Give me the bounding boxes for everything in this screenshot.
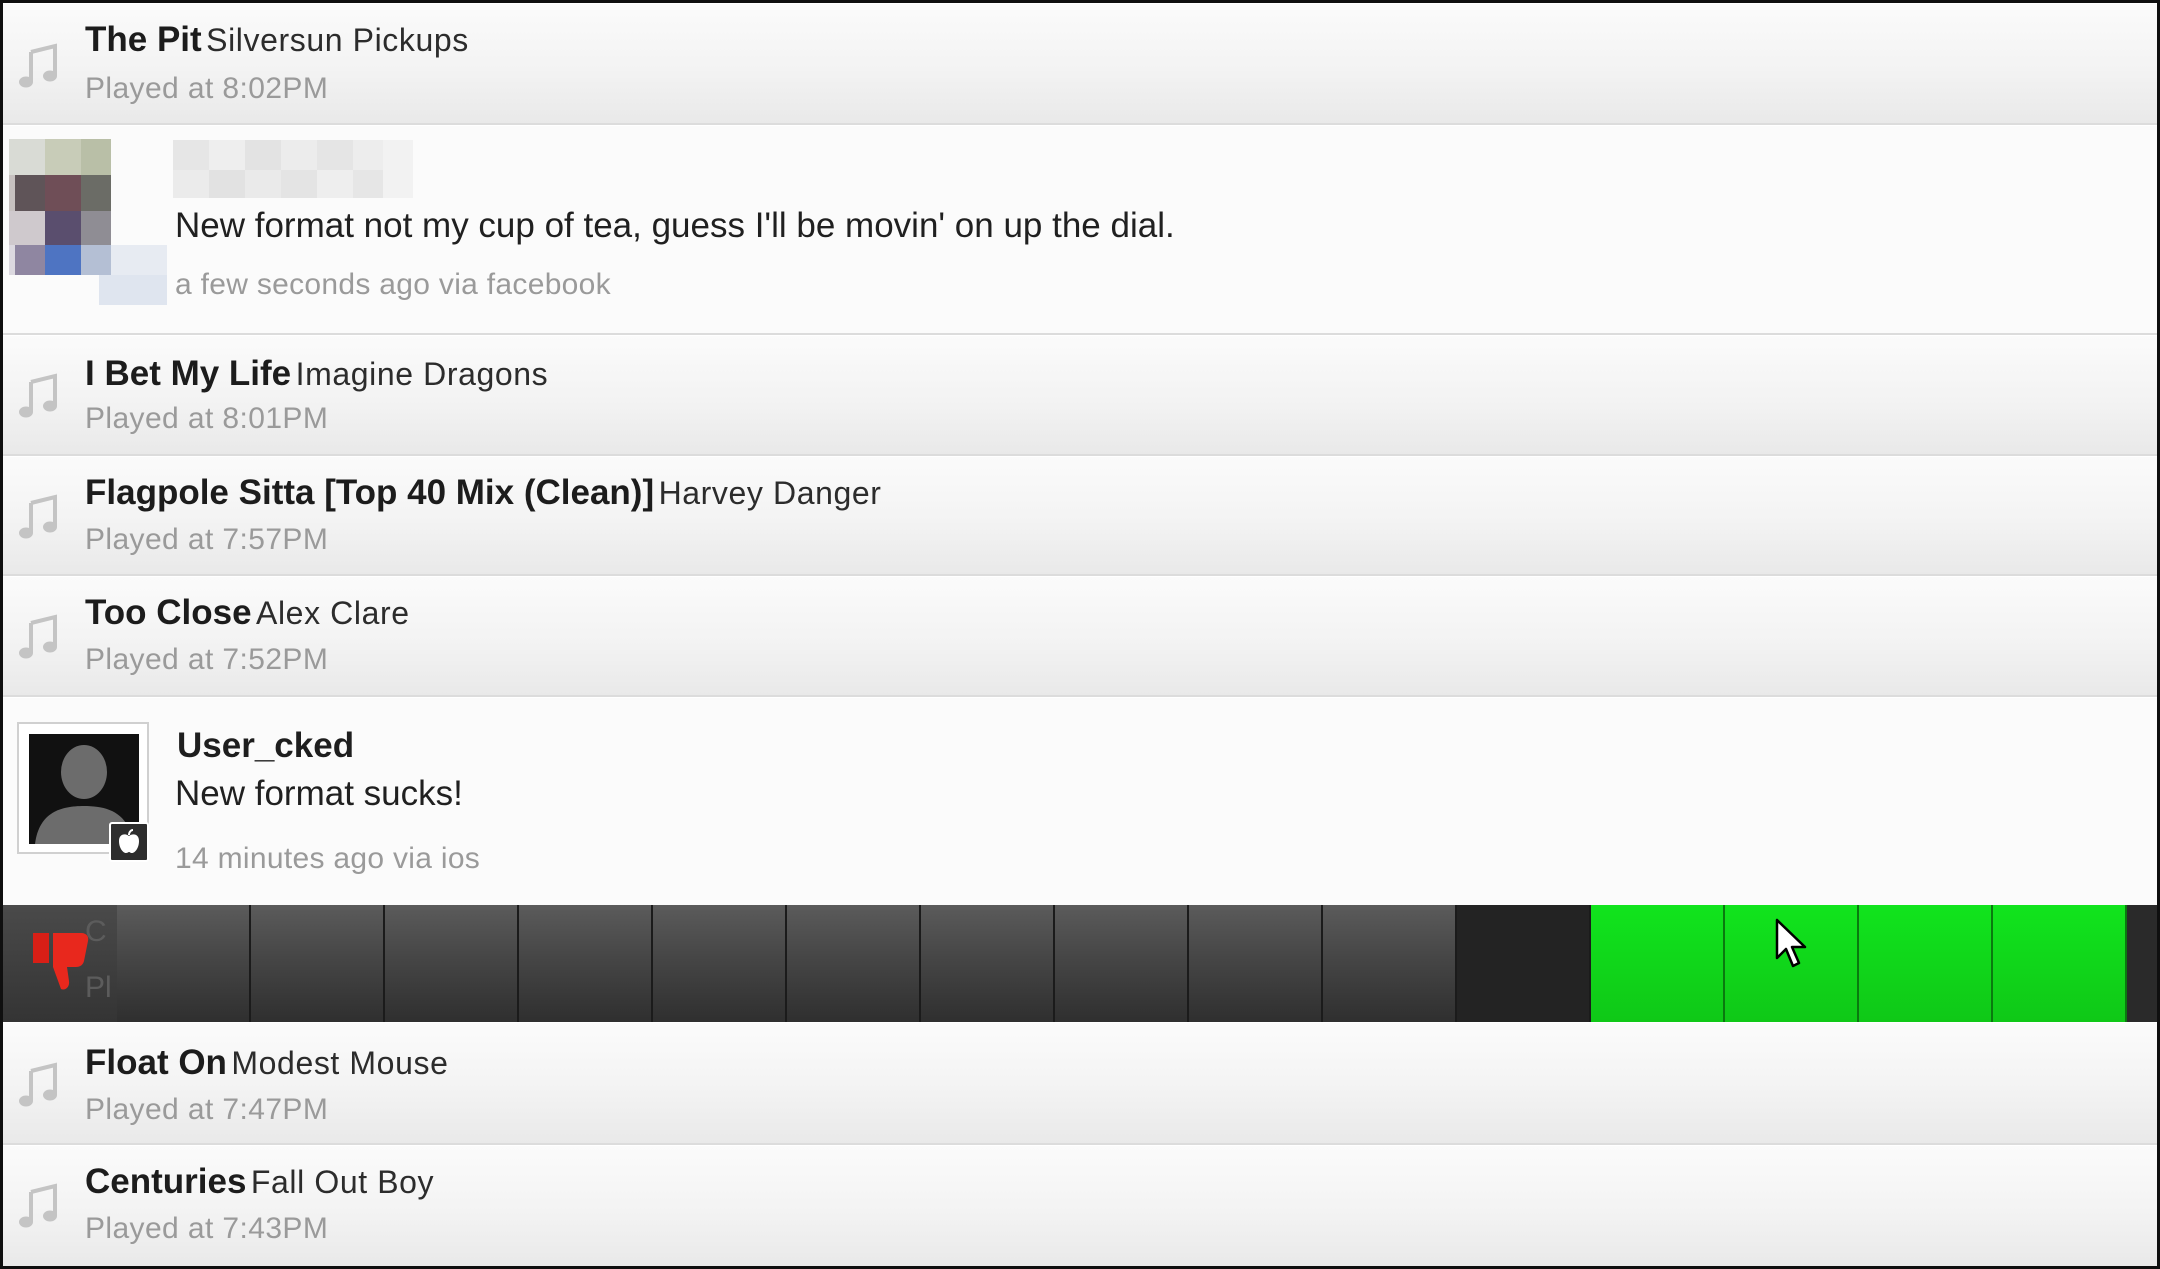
played-time: Played at 7:52PM: [85, 643, 329, 676]
rating-segment[interactable]: [921, 905, 1055, 1022]
played-time: Played at 7:47PM: [85, 1093, 329, 1126]
song-artist: Imagine Dragons: [295, 356, 549, 392]
song-artist: Silversun Pickups: [206, 22, 469, 58]
rating-segment[interactable]: [1055, 905, 1189, 1022]
comment-row: User_cked New format sucks! 14 minutes a…: [3, 697, 2157, 908]
rating-segment-liked[interactable]: [1993, 905, 2127, 1022]
rating-segment[interactable]: [117, 905, 251, 1022]
song-title: Float On: [85, 1043, 227, 1082]
song-row[interactable]: Centuries Fall Out Boy Played at 7:43PM: [3, 1145, 2157, 1266]
rating-segment-current[interactable]: [1457, 905, 1591, 1022]
username-redacted[interactable]: [173, 140, 413, 200]
music-note-icon: [19, 43, 57, 88]
song-row[interactable]: Float On Modest Mouse Played at 7:47PM: [3, 1022, 2157, 1145]
rating-segment[interactable]: [787, 905, 921, 1022]
dislike-cell[interactable]: C Pl: [3, 905, 117, 1022]
comment-meta: a few seconds ago via facebook: [175, 268, 611, 301]
rating-segment[interactable]: [1323, 905, 1457, 1022]
comment-message: New format sucks!: [175, 774, 463, 813]
song-title: I Bet My Life: [85, 354, 292, 393]
song-artist: Alex Clare: [256, 595, 410, 631]
song-row[interactable]: The Pit Silversun Pickups Played at 8:02…: [3, 3, 2157, 125]
comment-message: New format not my cup of tea, guess I'll…: [175, 206, 1175, 245]
played-time: Played at 7:57PM: [85, 523, 329, 556]
mouse-cursor-icon: [1775, 918, 1807, 968]
song-artist: Harvey Danger: [658, 475, 882, 511]
song-artist: Modest Mouse: [231, 1045, 449, 1081]
apple-icon: [109, 822, 149, 862]
thumbs-down-icon[interactable]: [27, 927, 97, 997]
rating-segment[interactable]: [251, 905, 385, 1022]
music-note-icon: [19, 1062, 57, 1107]
rating-segment[interactable]: [385, 905, 519, 1022]
played-time: Played at 7:43PM: [85, 1212, 329, 1245]
rating-segment[interactable]: [653, 905, 787, 1022]
played-time: Played at 8:01PM: [85, 402, 329, 435]
song-title: Too Close: [85, 593, 252, 632]
comment-username[interactable]: User_cked: [177, 726, 354, 766]
music-note-icon: [19, 1183, 57, 1228]
activity-feed: The Pit Silversun Pickups Played at 8:02…: [3, 3, 2157, 1266]
song-title: Flagpole Sitta [Top 40 Mix (Clean)]: [85, 473, 655, 512]
song-title: The Pit: [85, 20, 202, 59]
rating-segment-liked[interactable]: [1591, 905, 1725, 1022]
comment-meta: 14 minutes ago via ios: [175, 842, 481, 875]
music-note-icon: [19, 494, 57, 539]
song-row[interactable]: Flagpole Sitta [Top 40 Mix (Clean)] Harv…: [3, 456, 2157, 576]
rating-segment-liked[interactable]: [1859, 905, 1993, 1022]
music-note-icon: [19, 614, 57, 659]
song-row[interactable]: I Bet My Life Imagine Dragons Played at …: [3, 335, 2157, 456]
song-row[interactable]: Too Close Alex Clare Played at 7:52PM: [3, 576, 2157, 697]
music-note-icon: [19, 373, 57, 418]
played-time: Played at 8:02PM: [85, 72, 329, 105]
comment-row: New format not my cup of tea, guess I'll…: [3, 125, 2157, 335]
song-artist: Fall Out Boy: [250, 1164, 435, 1200]
rating-segment[interactable]: [1189, 905, 1323, 1022]
song-rating-bar[interactable]: C Pl: [3, 905, 2157, 1022]
rating-segment[interactable]: [519, 905, 653, 1022]
user-avatar[interactable]: [9, 139, 167, 309]
song-title: Centuries: [85, 1162, 247, 1201]
